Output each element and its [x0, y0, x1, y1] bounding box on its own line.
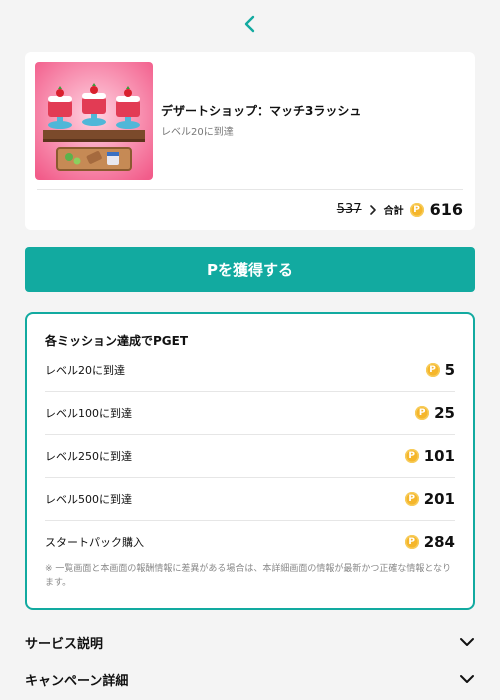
mission-row: レベル100に到達 P 25 — [45, 391, 455, 435]
mission-reward: P 284 — [404, 532, 455, 551]
chevron-right-icon — [369, 204, 376, 215]
point-coin-icon: P — [404, 534, 419, 549]
mission-points: 284 — [423, 532, 455, 551]
mission-label: レベル20に到達 — [45, 363, 125, 377]
chevron-down-icon — [460, 638, 474, 646]
get-points-button[interactable]: Pを獲得する — [25, 247, 475, 292]
mission-reward: P 25 — [415, 404, 455, 422]
offer-condition: レベル20に到達 — [161, 127, 234, 138]
point-coin-icon: P — [404, 448, 419, 463]
divider — [37, 189, 463, 190]
mission-row: スタートパック購入 P 284 — [45, 520, 455, 563]
disclaimer-note: ※ 一覧画面と本画面の報酬情報に差異がある場合は、本詳細画面の情報が最新かつ正確… — [45, 564, 452, 588]
back-button[interactable] — [234, 8, 266, 40]
original-points: 537 — [336, 202, 362, 217]
mission-label: レベル100に到達 — [45, 406, 132, 420]
mission-points: 101 — [423, 446, 455, 465]
chevron-down-icon — [460, 675, 474, 683]
mission-reward: P 201 — [404, 489, 455, 508]
mission-row: レベル250に到達 P 101 — [45, 434, 455, 478]
total-points: 616 — [429, 200, 463, 219]
missions-panel: 各ミッション達成でPGET レベル20に到達 P 5 レベル100に到達 P 2… — [25, 312, 475, 610]
mission-label: スタートパック購入 — [45, 535, 144, 549]
offer-title: デザートショップ：マッチ3ラッシュ — [161, 104, 362, 118]
mission-row: レベル500に到達 P 201 — [45, 477, 455, 521]
mission-row: レベル20に到達 P 5 — [45, 348, 455, 392]
top-bar — [0, 0, 500, 48]
mission-points: 25 — [434, 403, 455, 422]
point-coin-icon: P — [404, 491, 419, 506]
mission-points: 5 — [444, 360, 455, 379]
total-label: 合計 — [383, 206, 404, 217]
mission-reward: P 101 — [404, 446, 455, 465]
service-description-accordion[interactable]: サービス説明 — [25, 627, 475, 657]
mission-label: レベル250に到達 — [45, 449, 132, 463]
mission-points: 201 — [423, 489, 455, 508]
game-thumbnail[interactable] — [35, 62, 153, 180]
point-coin-icon: P — [415, 405, 430, 420]
campaign-details-accordion[interactable]: キャンペーン詳細 — [25, 664, 475, 694]
points-summary: 537 合計 P 616 — [337, 200, 463, 219]
chevron-left-icon — [244, 15, 255, 33]
point-coin-icon: P — [425, 362, 440, 377]
accordion-label: サービス説明 — [25, 636, 104, 652]
offer-card: デザートショップ：マッチ3ラッシュ レベル20に到達 537 合計 P 616 — [25, 52, 475, 230]
mission-reward: P 5 — [425, 360, 455, 379]
mission-label: レベル500に到達 — [45, 492, 132, 506]
missions-title: 各ミッション達成でPGET — [45, 334, 189, 348]
accordion-label: キャンペーン詳細 — [25, 673, 129, 689]
point-coin-icon: P — [409, 202, 424, 217]
